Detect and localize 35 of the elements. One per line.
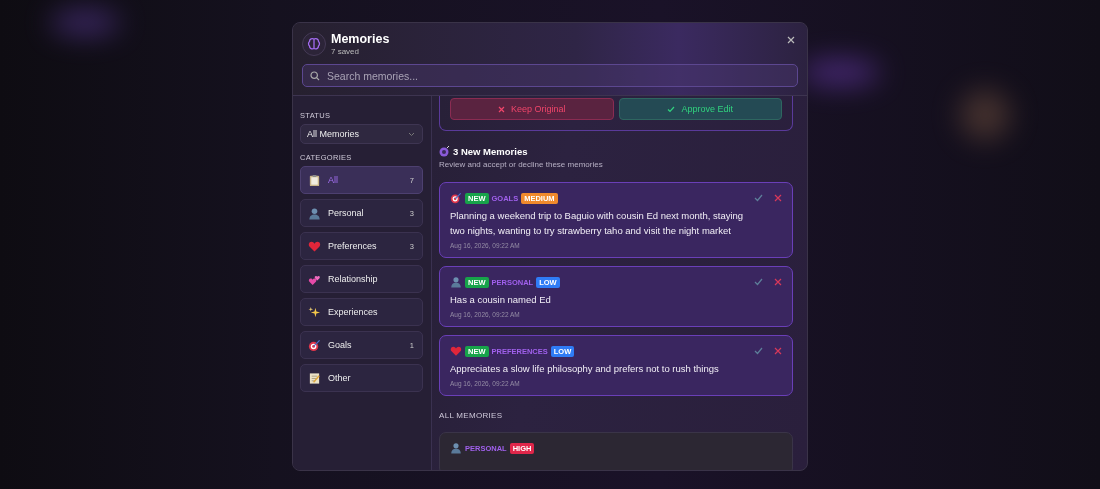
section-subtitle: Review and accept or decline these memories xyxy=(439,160,604,169)
dart-icon xyxy=(450,192,462,204)
accept-icon[interactable] xyxy=(754,194,763,202)
accept-icon[interactable] xyxy=(754,347,763,355)
person-icon xyxy=(450,276,462,288)
sparkles-icon xyxy=(308,305,321,319)
chevron-icon xyxy=(408,131,415,137)
approve-edit-button[interactable]: Approve Edit xyxy=(618,98,782,120)
decline-icon[interactable] xyxy=(774,278,782,286)
memory-text: Appreciates a slow life philosophy and prefers not to rush things xyxy=(450,362,720,376)
memory-text: Planning a weekend trip to Baguio with cousin Ed next month, staying two nights, wanting to try strawberry taho and visit the night market xyxy=(450,209,745,238)
memo-icon xyxy=(308,371,321,385)
category-item[interactable]: Other xyxy=(300,364,423,392)
heart-icon xyxy=(308,239,321,253)
accept-icon[interactable] xyxy=(754,278,763,286)
decline-icon[interactable] xyxy=(774,347,782,355)
search-icon xyxy=(310,71,320,81)
dialog-title: Memories xyxy=(331,32,391,46)
close-icon[interactable] xyxy=(787,36,795,44)
heart-icon xyxy=(450,345,462,357)
cross-icon xyxy=(497,105,505,113)
saved-count: 7 saved xyxy=(331,47,361,56)
person-icon xyxy=(308,206,321,220)
memory-text: Has a cousin named Ed xyxy=(450,293,552,307)
dart-icon xyxy=(308,338,321,352)
section-title: 3 New Memories xyxy=(453,145,528,157)
person-icon xyxy=(450,442,462,454)
decline-icon[interactable] xyxy=(774,194,782,202)
category-item[interactable]: Relationship xyxy=(300,265,423,293)
section-heading: ALL MEMORIES xyxy=(439,411,504,420)
search-field[interactable]: Search memories... xyxy=(302,64,798,87)
category-item[interactable]: Experiences xyxy=(300,298,423,326)
check-icon xyxy=(667,105,676,113)
status-dropdown[interactable]: All Memories xyxy=(300,124,423,144)
clipboard-icon xyxy=(308,173,321,187)
